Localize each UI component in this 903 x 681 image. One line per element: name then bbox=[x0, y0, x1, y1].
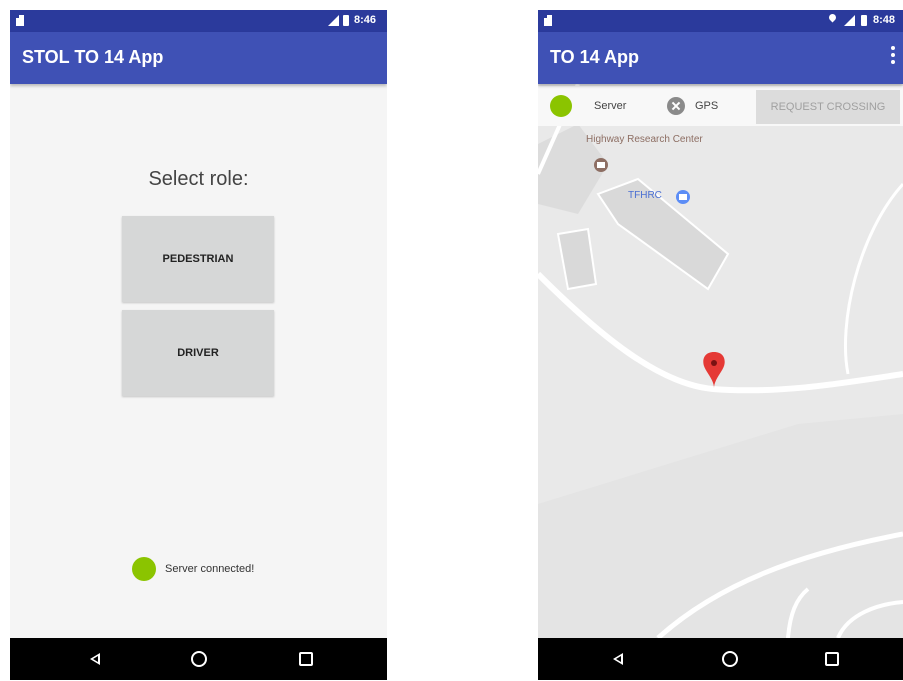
status-time: 8:46 bbox=[354, 14, 377, 26]
server-indicator bbox=[550, 95, 572, 117]
back-icon[interactable] bbox=[613, 653, 623, 665]
status-bar: 8:48 bbox=[538, 10, 903, 32]
app-bar: TO 14 App bbox=[538, 32, 903, 84]
driver-button[interactable]: DRIVER bbox=[122, 310, 274, 396]
nav-bar bbox=[10, 638, 387, 680]
sd-card-icon bbox=[16, 15, 24, 26]
signal-icon bbox=[844, 15, 855, 26]
home-icon[interactable] bbox=[191, 651, 207, 667]
map-view[interactable]: Highway Research Center TFHRC Google bbox=[538, 84, 903, 638]
location-status-icon bbox=[827, 12, 838, 23]
recent-apps-icon[interactable] bbox=[825, 652, 839, 666]
signal-icon bbox=[328, 15, 339, 26]
app-bar: STOL TO 14 App bbox=[10, 32, 387, 84]
recent-apps-icon[interactable] bbox=[299, 652, 313, 666]
server-label: Server bbox=[594, 100, 627, 112]
pedestrian-button[interactable]: PEDESTRIAN bbox=[122, 216, 274, 302]
sd-card-icon bbox=[544, 15, 552, 26]
battery-icon bbox=[343, 15, 349, 26]
status-bar: 8:46 bbox=[10, 10, 387, 32]
server-status-indicator bbox=[132, 557, 156, 581]
select-role-label: Select role: bbox=[148, 168, 249, 190]
back-icon[interactable] bbox=[90, 653, 100, 665]
map-tiles bbox=[538, 84, 903, 638]
app-title: TO 14 App bbox=[550, 47, 640, 67]
nav-bar bbox=[538, 638, 903, 680]
gps-label: GPS bbox=[695, 100, 719, 112]
right-phone-screen: Highway Research Center TFHRC Google Ser… bbox=[538, 10, 903, 680]
request-crossing-button[interactable]: REQUEST CROSSING bbox=[756, 90, 900, 124]
left-phone-screen: 8:46 STOL TO 14 App Select role: PEDESTR… bbox=[10, 10, 387, 680]
poi-tfhrc-label: TFHRC bbox=[628, 190, 662, 201]
poi-highway-label: Highway Research Center bbox=[586, 134, 703, 145]
app-title: STOL TO 14 App bbox=[22, 47, 164, 67]
status-time: 8:48 bbox=[873, 14, 896, 26]
overflow-menu-icon[interactable] bbox=[891, 46, 895, 64]
battery-icon bbox=[861, 15, 867, 26]
home-icon[interactable] bbox=[722, 651, 738, 667]
x-icon bbox=[667, 97, 685, 115]
server-status-text: Server connected! bbox=[165, 563, 255, 575]
